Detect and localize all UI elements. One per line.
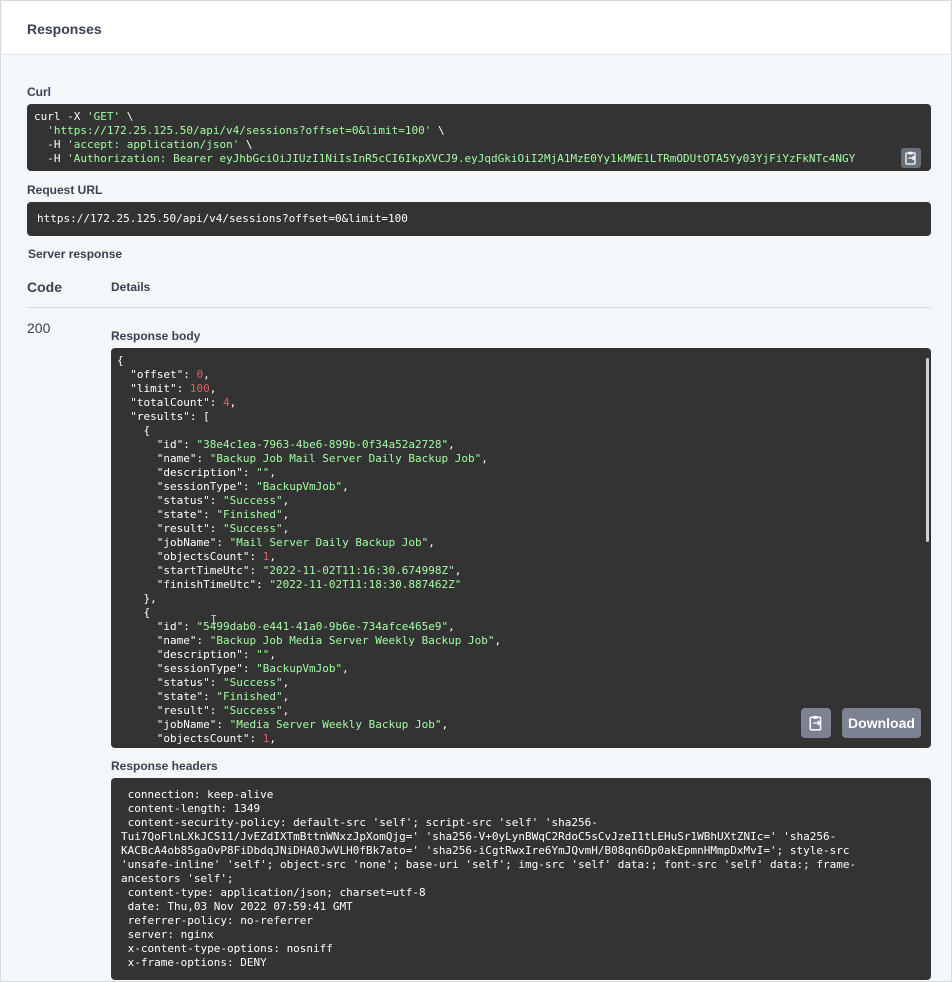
curl-line: -H 'Authorization: Bearer eyJhbGciOiJIUz… xyxy=(34,152,856,165)
json-line: "objectsCount": 1, xyxy=(117,732,276,745)
header-line: referrer-policy: no-referrer xyxy=(121,914,314,927)
request-url-value[interactable]: https://172.25.125.50/api/v4/sessions?of… xyxy=(37,212,408,226)
json-line: "jobName": "Mail Server Daily Backup Job… xyxy=(117,536,435,549)
json-line: "description": "", xyxy=(117,466,276,479)
curl-line: -H 'accept: application/json' \ xyxy=(34,138,253,151)
curl-label: Curl xyxy=(27,85,51,99)
responses-header: Responses xyxy=(2,2,950,55)
json-line: { xyxy=(117,424,151,437)
json-line: "result": "Success", xyxy=(117,704,290,717)
text-cursor-icon: I xyxy=(210,613,218,627)
header-line: x-content-type-options: nosniff xyxy=(121,942,333,955)
json-line: "status": "Success", xyxy=(117,494,290,507)
details-column-header: Details xyxy=(111,280,151,294)
json-line: "id": "38e4c1ea-7963-4be6-899b-0f34a52a2… xyxy=(117,438,455,451)
json-line: "objectsCount": 1, xyxy=(117,550,276,563)
responses-body: Curl curl -X 'GET' \ 'https://172.25.125… xyxy=(2,55,950,981)
header-line: KACBcA4ob85gaOvP8FiDbdqJNiDHA0JwVLH0fBk7… xyxy=(121,844,850,857)
request-url-block[interactable]: https://172.25.125.50/api/v4/sessions?of… xyxy=(27,202,931,236)
json-line: "name": "Backup Job Mail Server Daily Ba… xyxy=(117,452,488,465)
json-line: "name": "Backup Job Media Server Weekly … xyxy=(117,634,502,647)
json-line: { xyxy=(117,606,151,619)
header-line: content-security-policy: default-src 'se… xyxy=(121,816,598,829)
header-line: content-length: 1349 xyxy=(121,802,261,815)
json-line: "description": "", xyxy=(117,648,276,661)
clipboard-icon xyxy=(809,715,822,731)
clipboard-icon xyxy=(905,151,916,165)
response-headers-label: Response headers xyxy=(111,759,218,773)
curl-line: curl -X 'GET' \ xyxy=(34,110,134,123)
curl-code-block[interactable]: curl -X 'GET' \ 'https://172.25.125.50/a… xyxy=(27,104,931,171)
json-line: "sessionType": "BackupVmJob", xyxy=(117,480,349,493)
json-line: "totalCount": 4, xyxy=(117,396,237,409)
response-headers-text[interactable]: connection: keep-alive content-length: 1… xyxy=(121,788,856,970)
response-code: 200 xyxy=(27,320,51,336)
copy-curl-button[interactable] xyxy=(901,148,921,168)
server-response-label: Server response xyxy=(28,247,123,261)
json-line: "results": [ xyxy=(117,410,210,423)
curl-command[interactable]: curl -X 'GET' \ 'https://172.25.125.50/a… xyxy=(34,110,855,166)
json-line: "finishTimeUtc": "2022-11-02T11:18:30.88… xyxy=(117,578,462,591)
header-line: connection: keep-alive xyxy=(121,788,274,801)
json-line: "offset": 0, xyxy=(117,368,210,381)
header-line: date: Thu,03 Nov 2022 07:59:41 GMT xyxy=(121,900,353,913)
json-line: "sessionType": "BackupVmJob", xyxy=(117,662,349,675)
request-url-label: Request URL xyxy=(27,183,103,197)
header-line: ancestors 'self'; xyxy=(121,872,234,885)
json-line: "limit": 100, xyxy=(117,382,217,395)
code-column-header: Code xyxy=(27,279,62,295)
header-line: content-type: application/json; charset=… xyxy=(121,886,426,899)
curl-line: 'https://172.25.125.50/api/v4/sessions?o… xyxy=(47,124,445,137)
json-line: { xyxy=(117,354,124,367)
json-line: "state": "Finished", xyxy=(117,508,290,521)
copy-response-button[interactable] xyxy=(801,708,831,738)
response-headers-block[interactable]: connection: keep-alive content-length: 1… xyxy=(111,778,931,980)
json-line: "jobName": "Media Server Weekly Backup J… xyxy=(117,718,449,731)
header-line: 'unsafe-inline' 'self'; object-src 'none… xyxy=(121,858,857,871)
header-line: Tui7QoFlnLXkJCS11/JvEZdIXTmBttnWNxzJpXom… xyxy=(121,830,837,843)
json-line: "result": "Success", xyxy=(117,522,290,535)
response-body-scrollbar[interactable] xyxy=(926,358,929,738)
responses-title: Responses xyxy=(27,21,102,37)
json-line: "startTimeUtc": "2022-11-02T11:16:30.674… xyxy=(117,564,462,577)
response-body-json[interactable]: { "offset": 0, "limit": 100, "totalCount… xyxy=(117,354,501,746)
scrollbar-thumb[interactable] xyxy=(926,358,929,542)
header-divider xyxy=(27,307,931,308)
json-line: "state": "Finished", xyxy=(117,690,290,703)
responses-panel: Responses Curl curl -X 'GET' \ 'https://… xyxy=(0,0,952,982)
response-body-block[interactable]: { "offset": 0, "limit": 100, "totalCount… xyxy=(111,348,931,748)
download-button[interactable]: Download xyxy=(842,708,921,738)
header-line: x-frame-options: DENY xyxy=(121,956,267,969)
response-body-label: Response body xyxy=(111,329,201,343)
json-line: "status": "Success", xyxy=(117,676,290,689)
json-line: }, xyxy=(117,592,157,605)
header-line: server: nginx xyxy=(121,928,214,941)
json-line: "id": "5499dab0-e441-41a0-9b6e-734afce46… xyxy=(117,620,455,633)
